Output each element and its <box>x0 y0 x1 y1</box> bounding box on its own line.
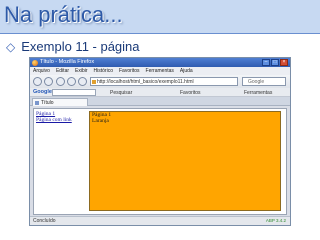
menu-editar[interactable]: Editar <box>56 67 69 75</box>
window-controls: – □ × <box>262 59 288 66</box>
menu-exibir[interactable]: Exibir <box>75 67 88 75</box>
slide-bullet: ◇ Exemplo 11 - página <box>6 39 140 54</box>
menubar: Arquivo Editar Exibir Histórico Favorito… <box>30 67 290 75</box>
close-button[interactable]: × <box>280 59 288 66</box>
search-engine-label: Google <box>248 79 265 85</box>
tab-bar: Título <box>30 97 290 106</box>
toolbar-pesquisar[interactable]: Pesquisar <box>110 90 132 96</box>
tab-titulo[interactable]: Título <box>32 98 88 106</box>
bullet-diamond-icon: ◇ <box>6 40 16 54</box>
window-title: Título - Mozilla Firefox <box>40 59 95 65</box>
slide-title: Na prática... <box>4 2 123 27</box>
browser-window: Título - Mozilla Firefox – □ × Arquivo E… <box>29 57 291 226</box>
menu-ferramentas[interactable]: Ferramentas <box>146 67 174 75</box>
window-titlebar: Título - Mozilla Firefox – □ × <box>30 58 290 67</box>
home-button[interactable] <box>78 77 87 86</box>
toolbar-favoritos[interactable]: Favoritos <box>180 90 201 96</box>
firefox-icon <box>32 60 38 66</box>
right-frame-text: Laranja <box>92 118 109 124</box>
minimize-button[interactable]: – <box>262 59 270 66</box>
google-toolbar: Google Pesquisar Favoritos Ferramentas <box>30 88 290 97</box>
maximize-button[interactable]: □ <box>271 59 279 66</box>
reload-button[interactable] <box>56 77 65 86</box>
tab-favicon-icon <box>35 101 39 105</box>
tab-label: Título <box>41 100 54 106</box>
left-frame: Página 1 Página com link <box>36 111 86 211</box>
status-bar: Concluído ABP 3.4.2 <box>30 216 290 225</box>
google-toolbar-logo: Google <box>33 89 52 95</box>
google-toolbar-input[interactable] <box>52 89 96 96</box>
bullet-text: Exemplo 11 - página <box>21 39 140 54</box>
slide-title-rule <box>0 33 320 34</box>
status-text: Concluído <box>33 218 56 224</box>
toolbar-ferramentas[interactable]: Ferramentas <box>244 90 272 96</box>
page-content: Página 1 Página com link Página 1 Laranj… <box>33 108 287 215</box>
menu-favoritos[interactable]: Favoritos <box>119 67 140 75</box>
address-bar[interactable]: http://localhost/html_basico/exemplo11.h… <box>90 77 238 86</box>
search-box[interactable]: Google <box>242 77 286 86</box>
back-button[interactable] <box>33 77 42 86</box>
forward-button[interactable] <box>44 77 53 86</box>
menu-ajuda[interactable]: Ajuda <box>180 67 193 75</box>
page-favicon-icon <box>92 80 96 84</box>
address-url: http://localhost/html_basico/exemplo11.h… <box>97 79 194 85</box>
right-frame: Página 1 Laranja <box>89 111 281 211</box>
menu-historico[interactable]: Histórico <box>94 67 113 75</box>
status-addon-badge: ABP 3.4.2 <box>265 218 286 223</box>
link-pagina-com-link[interactable]: Página com link <box>36 117 86 123</box>
menu-arquivo[interactable]: Arquivo <box>33 67 50 75</box>
navigation-bar: http://localhost/html_basico/exemplo11.h… <box>30 75 290 88</box>
stop-button[interactable] <box>67 77 76 86</box>
